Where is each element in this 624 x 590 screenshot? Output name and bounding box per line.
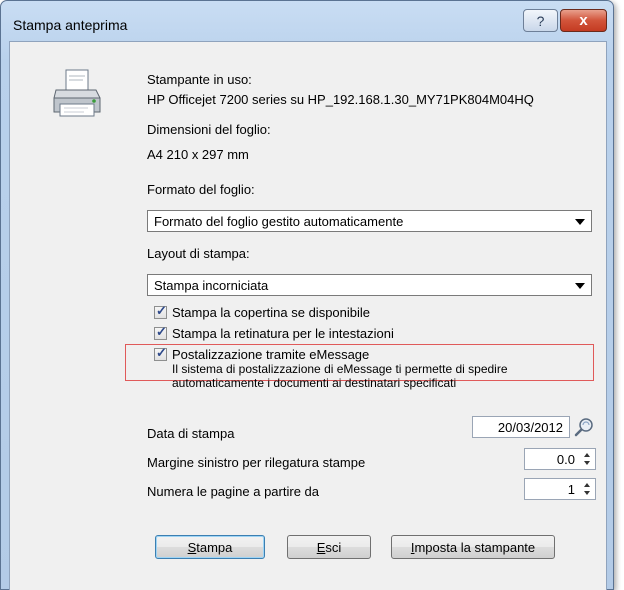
- window-title: Stampa anteprima: [13, 17, 128, 33]
- spin-buttons[interactable]: [581, 450, 594, 468]
- cover-checkbox[interactable]: ✓: [154, 303, 167, 319]
- printer-icon: [50, 68, 106, 124]
- emessage-option-label: Postalizzazione tramite eMessage: [172, 347, 370, 362]
- spin-buttons[interactable]: [581, 480, 594, 498]
- sheet-format-select[interactable]: Formato del foglio gestito automaticamen…: [147, 210, 592, 232]
- printer-value: HP Officejet 7200 series su HP_192.168.1…: [147, 92, 534, 107]
- printer-setup-button[interactable]: Imposta la stampante: [391, 535, 555, 559]
- chevron-down-icon: [575, 283, 585, 289]
- printer-label: Stampante in uso:: [147, 72, 252, 87]
- dialog-window: Stampa anteprima ? x Stampante in uso: H…: [0, 0, 614, 590]
- sheet-format-value: Formato del foglio gestito automaticamen…: [154, 214, 404, 229]
- sheet-size-label: Dimensioni del foglio:: [147, 122, 271, 137]
- sheet-size-value: A4 210 x 297 mm: [147, 147, 249, 162]
- dialog-content: Stampante in uso: HP Officejet 7200 seri…: [9, 41, 607, 590]
- emessage-description-line2: automaticamente i documenti ai destinata…: [172, 376, 457, 390]
- emessage-description-line1: Il sistema di postalizzazione di eMessag…: [172, 362, 508, 376]
- print-date-input[interactable]: 20/03/2012: [472, 416, 570, 438]
- print-layout-select[interactable]: Stampa incorniciata: [147, 274, 592, 296]
- exit-button[interactable]: Esci: [287, 535, 371, 559]
- margin-stepper[interactable]: 0.0: [524, 448, 596, 470]
- close-button[interactable]: x: [560, 9, 607, 32]
- print-layout-label: Layout di stampa:: [147, 246, 250, 261]
- calendar-picker-icon[interactable]: [572, 416, 596, 438]
- header-shading-checkbox[interactable]: ✓: [154, 324, 167, 340]
- print-button[interactable]: Stampa: [155, 535, 265, 559]
- cover-option-label: Stampa la copertina se disponibile: [172, 305, 371, 320]
- help-button[interactable]: ?: [523, 9, 558, 32]
- print-layout-value: Stampa incorniciata: [154, 278, 269, 293]
- print-date-label: Data di stampa: [147, 426, 235, 441]
- sheet-format-label: Formato del foglio:: [147, 182, 255, 197]
- emessage-checkbox[interactable]: ✓: [154, 345, 167, 361]
- margin-label: Margine sinistro per rilegatura stampe: [147, 455, 366, 470]
- page-start-stepper[interactable]: 1: [524, 478, 596, 500]
- page-start-label: Numera le pagine a partire da: [147, 484, 319, 499]
- header-shading-label: Stampa la retinatura per le intestazioni: [172, 326, 394, 341]
- title-bar: Stampa anteprima ? x: [1, 1, 613, 41]
- chevron-down-icon: [575, 219, 585, 225]
